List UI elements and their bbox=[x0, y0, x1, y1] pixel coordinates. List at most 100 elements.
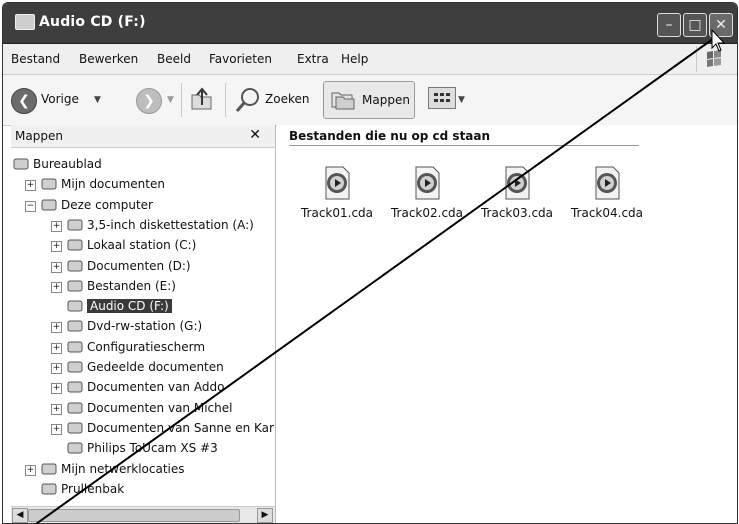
cd-audio-track-icon bbox=[321, 165, 353, 201]
toolbar-separator bbox=[225, 83, 226, 117]
scroll-right-icon[interactable]: ▶ bbox=[257, 508, 273, 523]
expand-icon[interactable]: + bbox=[51, 261, 62, 273]
file-list-pane: Bestanden die nu op cd staan Track01.cda… bbox=[277, 125, 737, 523]
tree-item[interactable]: Audio CD (F:) bbox=[11, 297, 275, 317]
tree-item[interactable]: Prullenbak bbox=[11, 480, 275, 500]
menu-favorieten[interactable]: Favorieten bbox=[209, 52, 272, 66]
expand-icon[interactable]: + bbox=[51, 423, 62, 435]
file-label: Track04.cda bbox=[570, 206, 644, 220]
tree-item[interactable]: + Mijn documenten bbox=[11, 175, 275, 195]
back-dropdown-icon[interactable]: ▼ bbox=[94, 95, 101, 105]
scrollbar-thumb[interactable] bbox=[28, 509, 240, 522]
folder-icon bbox=[67, 401, 83, 415]
file-item[interactable]: Track04.cda bbox=[567, 165, 647, 225]
expand-icon[interactable]: + bbox=[51, 220, 62, 232]
search-button[interactable] bbox=[233, 85, 263, 115]
header-divider bbox=[289, 145, 639, 146]
search-icon bbox=[235, 88, 259, 112]
tree-item[interactable]: + Mijn netwerklocaties bbox=[11, 460, 275, 480]
menu-bestand[interactable]: Bestand bbox=[11, 52, 60, 66]
expand-icon[interactable]: + bbox=[51, 363, 62, 374]
tree-item[interactable]: Bureaublad bbox=[11, 155, 275, 175]
tree-item-label: Configuratiescherm bbox=[87, 339, 206, 354]
minimize-icon: – bbox=[665, 17, 673, 33]
menu-beeld[interactable]: Beeld bbox=[157, 52, 191, 66]
forward-dropdown-icon[interactable]: ▼ bbox=[167, 95, 174, 105]
tree-item[interactable]: + Documenten van Sanne en Kar bbox=[11, 419, 275, 439]
up-folder-button[interactable] bbox=[189, 85, 215, 113]
collapse-icon[interactable]: − bbox=[25, 200, 36, 212]
computer-icon bbox=[41, 198, 57, 212]
tree-item[interactable]: + Documenten (D:) bbox=[11, 257, 275, 277]
close-button[interactable]: ✕ bbox=[709, 13, 733, 37]
views-dropdown-icon[interactable]: ▼ bbox=[458, 95, 465, 105]
expand-icon[interactable]: + bbox=[51, 322, 62, 334]
control-panel-icon bbox=[67, 340, 83, 354]
content-header: Bestanden die nu op cd staan bbox=[289, 129, 491, 143]
webcam-icon bbox=[67, 441, 83, 455]
tree-item[interactable]: + Gedeelde documenten bbox=[11, 358, 275, 378]
desktop-icon bbox=[13, 157, 29, 171]
tree-item[interactable]: +3,5-inch diskettestation (A:) bbox=[11, 216, 275, 236]
tree-item[interactable]: + Bestanden (E:) bbox=[11, 277, 275, 297]
cd-audio-track-icon bbox=[591, 165, 623, 201]
menu-bewerken[interactable]: Bewerken bbox=[79, 52, 138, 66]
hard-drive-icon bbox=[67, 259, 83, 273]
folder-pane-close-icon[interactable]: ✕ bbox=[249, 127, 261, 143]
cd-drive-icon bbox=[15, 14, 35, 30]
expand-icon[interactable]: + bbox=[51, 241, 62, 253]
tree-item-label: Documenten van Michel bbox=[87, 400, 233, 415]
explorer-window: Audio CD (F:) – □ ✕ Bestand Bewerken Bee… bbox=[2, 2, 738, 524]
folder-icon bbox=[67, 380, 83, 394]
floppy-icon bbox=[67, 218, 83, 232]
expand-icon[interactable]: + bbox=[51, 281, 62, 293]
tree-item[interactable]: + Dvd-rw-station (G:) bbox=[11, 317, 275, 337]
tree-item[interactable]: + Documenten van Michel bbox=[11, 399, 275, 419]
tree-item[interactable]: − Deze computer bbox=[11, 196, 275, 216]
minimize-button[interactable]: – bbox=[657, 13, 681, 37]
maximize-button[interactable]: □ bbox=[683, 13, 707, 37]
expand-icon[interactable]: + bbox=[51, 383, 62, 395]
scroll-left-icon[interactable]: ◀ bbox=[12, 508, 28, 523]
tree-item-label: Prullenbak bbox=[61, 481, 125, 496]
maximize-icon: □ bbox=[688, 17, 702, 33]
expand-icon[interactable]: + bbox=[51, 342, 62, 354]
expand-icon[interactable]: + bbox=[51, 403, 62, 415]
menu-help[interactable]: Help bbox=[341, 52, 368, 66]
tree-item-label: Mijn documenten bbox=[61, 177, 165, 192]
folder-up-icon bbox=[191, 87, 212, 110]
menu-extra[interactable]: Extra bbox=[297, 52, 329, 66]
tree-item-label: Lokaal station (C:) bbox=[87, 238, 197, 253]
forward-button[interactable]: ❯ bbox=[136, 88, 162, 114]
window-title: Audio CD (F:) bbox=[39, 14, 146, 30]
back-button[interactable]: ❮ bbox=[11, 88, 37, 114]
title-bar[interactable]: Audio CD (F:) – □ ✕ bbox=[3, 3, 737, 44]
shared-folder-icon bbox=[67, 360, 83, 374]
folder-icon bbox=[67, 421, 83, 435]
views-button[interactable] bbox=[428, 87, 456, 109]
tree-item[interactable]: + Lokaal station (C:) bbox=[11, 236, 275, 256]
tree-item-label: Audio CD (F:) bbox=[87, 299, 172, 314]
toolbar-separator bbox=[181, 83, 182, 117]
folders-label: Mappen bbox=[362, 93, 410, 107]
folders-button[interactable]: Mappen bbox=[323, 81, 415, 119]
tree-item-label: Mijn netwerklocaties bbox=[61, 461, 185, 476]
folder-pane-header: Mappen ✕ bbox=[11, 125, 275, 148]
menu-bar: Bestand Bewerken Beeld Favorieten Extra … bbox=[3, 44, 737, 75]
dvd-drive-icon bbox=[67, 319, 83, 333]
folders-icon bbox=[331, 92, 355, 110]
search-label[interactable]: Zoeken bbox=[265, 92, 309, 106]
back-label[interactable]: Vorige bbox=[41, 92, 79, 106]
horizontal-scrollbar[interactable]: ◀ ▶ bbox=[11, 506, 275, 523]
tree-item[interactable]: + Configuratiescherm bbox=[11, 338, 275, 358]
expand-icon[interactable]: + bbox=[25, 180, 36, 192]
hard-drive-icon bbox=[67, 238, 83, 252]
file-item[interactable]: Track03.cda bbox=[477, 165, 557, 225]
file-label: Track02.cda bbox=[390, 206, 464, 220]
file-item[interactable]: Track02.cda bbox=[387, 165, 467, 225]
expand-icon[interactable]: + bbox=[25, 464, 36, 476]
tree-item[interactable]: + Documenten van Addo bbox=[11, 378, 275, 398]
cd-audio-track-icon bbox=[501, 165, 533, 201]
tree-item[interactable]: Philips ToUcam XS #3 bbox=[11, 439, 275, 459]
file-item[interactable]: Track01.cda bbox=[297, 165, 377, 225]
